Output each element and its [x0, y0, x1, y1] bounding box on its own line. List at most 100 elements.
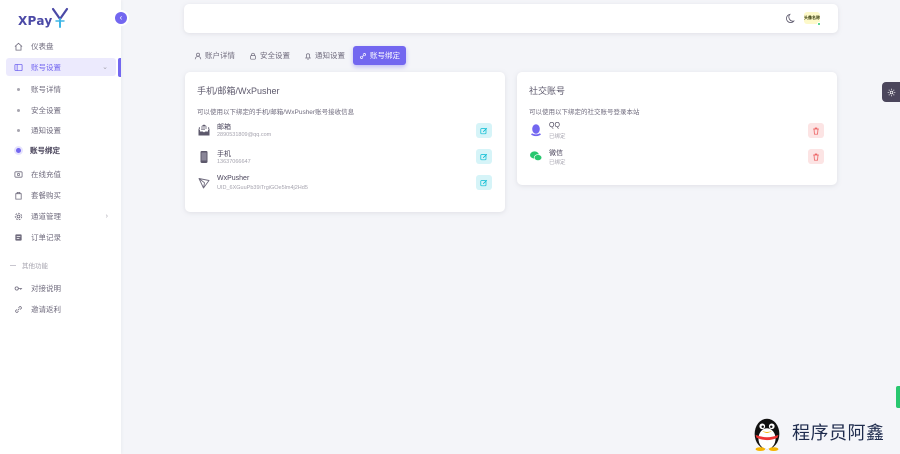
binding-name: 邮箱 [217, 124, 231, 131]
social-row-wechat: 微信 已绑定 [529, 146, 829, 168]
brand-name: XPay [18, 14, 53, 28]
user-icon [194, 52, 202, 59]
sidebar-subitem-notifications[interactable]: 通知设置 [6, 122, 116, 138]
sidebar-subitem-security[interactable]: 安全设置 [6, 102, 116, 118]
binding-row-wxpusher: WxPusher UID_6XGuuPb39iTrgiGOe5lm4j2Hd5 [197, 173, 497, 195]
sidebar-item-label: 订单记录 [31, 232, 61, 242]
binding-name: WxPusher [217, 175, 250, 182]
edit-icon [480, 153, 488, 160]
tab-label: 账号绑定 [370, 51, 400, 60]
account-settings-icon [14, 63, 23, 72]
home-icon [14, 42, 23, 51]
moon-icon[interactable] [786, 13, 797, 24]
phone-icon [197, 149, 211, 165]
chevron-down-icon: ⌄ [102, 64, 108, 71]
qq-icon [529, 122, 543, 138]
binding-row-phone: 手机 13637066647 [197, 147, 497, 169]
tab-security[interactable]: 安全设置 [243, 46, 296, 65]
sidebar-subitem-label: 账号绑定 [30, 145, 60, 155]
tab-account-details[interactable]: 账户详情 [188, 46, 241, 65]
edit-wxpusher-button[interactable] [476, 175, 492, 190]
link-icon [360, 52, 366, 59]
sidebar-item-referral[interactable]: 邀请返利 [6, 300, 116, 318]
user-avatar[interactable]: 头像名称 [804, 12, 821, 26]
card-title: 手机/邮箱/WxPusher [197, 86, 280, 96]
social-name: 微信 [549, 150, 563, 157]
sidebar-item-label: 账号设置 [31, 62, 61, 72]
sidebar-item-label: 通道管理 [31, 211, 61, 221]
tab-label: 安全设置 [260, 51, 290, 60]
sidebar-item-label: 仪表盘 [31, 41, 54, 51]
key-icon [14, 284, 23, 293]
binding-value: UID_6XGuuPb39iTrgiGOe5lm4j2Hd5 [217, 185, 308, 191]
sidebar-item-recharge[interactable]: 在线充值 [6, 165, 116, 183]
active-indicator [118, 58, 121, 77]
chevron-right-icon: › [105, 212, 108, 220]
gear-icon [887, 88, 895, 96]
top-navbar: 头像名称 [184, 4, 838, 33]
bullet-icon [17, 108, 20, 112]
binding-value: 13637066647 [217, 159, 251, 165]
card-title: 社交账号 [529, 86, 566, 96]
trash-icon [813, 127, 819, 135]
bell-icon [305, 52, 311, 60]
section-label-other: 其他功能 [10, 260, 48, 270]
tab-account-binding[interactable]: 账号绑定 [353, 46, 406, 65]
contact-binding-card: 手机/邮箱/WxPusher 可以使用以下绑定的手机/邮箱/WxPusher账号… [185, 72, 505, 212]
social-status: 已绑定 [549, 160, 566, 166]
bullet-icon [17, 128, 20, 132]
lock-icon [250, 52, 256, 60]
sidebar-item-orders[interactable]: 订单记录 [6, 228, 116, 246]
tab-notifications[interactable]: 通知设置 [298, 46, 351, 65]
social-status: 已绑定 [549, 134, 566, 140]
sidebar-subitem-account-binding[interactable]: 账号绑定 [6, 142, 116, 158]
sidebar-item-account-settings[interactable]: 账号设置 ⌄ [6, 58, 116, 76]
section-divider [10, 264, 16, 266]
binding-value: 2890531809@qq.com [217, 132, 272, 138]
section-label-text: 其他功能 [22, 263, 48, 270]
sidebar-subitem-account-details[interactable]: 账号详情 [6, 81, 116, 97]
edit-email-button[interactable] [476, 123, 492, 138]
wechat-icon [529, 148, 543, 164]
side-tab-indicator[interactable] [896, 386, 900, 408]
sidebar-subitem-label: 安全设置 [31, 105, 61, 115]
avatar-text: 头像名称 [804, 15, 820, 20]
sidebar-item-label: 对接说明 [31, 283, 61, 293]
edit-phone-button[interactable] [476, 149, 492, 164]
email-icon [197, 122, 211, 138]
unbind-wechat-button[interactable] [808, 149, 824, 164]
online-status-dot [817, 22, 821, 26]
wxpusher-icon [197, 175, 211, 191]
sidebar-item-label: 套餐购买 [31, 190, 61, 200]
recharge-icon [14, 170, 23, 179]
card-description: 可以使用以下绑定的手机/邮箱/WxPusher账号接收信息 [197, 109, 355, 116]
sidebar-collapse-button[interactable]: ‹ [115, 12, 127, 24]
social-accounts-card: 社交账号 可以使用以下绑定的社交账号登录本站 QQ 已绑定 微信 已绑定 [517, 72, 837, 185]
unbind-qq-button[interactable] [808, 123, 824, 138]
sidebar-item-dashboard[interactable]: 仪表盘 [6, 37, 116, 55]
logo-mark-icon [52, 7, 69, 28]
penguin-icon [754, 418, 780, 451]
sidebar-item-channel[interactable]: 通道管理 › [6, 207, 116, 225]
watermark-text: 程序员阿鑫 [792, 423, 885, 444]
bullet-icon [17, 87, 20, 91]
tab-label: 通知设置 [315, 51, 345, 60]
brand-logo[interactable]: XPay [18, 7, 70, 34]
trash-icon [813, 153, 819, 161]
order-icon [14, 233, 23, 242]
account-tabs: 账户详情 安全设置 通知设置 账号绑定 [188, 46, 408, 65]
sidebar-item-package[interactable]: 套餐购买 [6, 186, 116, 204]
sidebar-subitem-label: 通知设置 [31, 125, 61, 135]
sidebar-item-integration-docs[interactable]: 对接说明 [6, 279, 116, 297]
package-icon [14, 191, 23, 200]
edit-icon [480, 179, 488, 186]
sidebar: XPay ‹ 仪表盘 账号设置 ⌄ 账号详情 安全设置 通知设置 账号绑定 在线… [0, 0, 127, 454]
binding-row-email: 邮箱 2890531809@qq.com [197, 120, 497, 142]
channel-icon [14, 212, 23, 221]
binding-name: 手机 [217, 151, 231, 158]
theme-customizer-button[interactable] [882, 82, 900, 102]
edit-icon [480, 127, 488, 134]
watermark: 程序员阿鑫 [748, 410, 900, 454]
card-description: 可以使用以下绑定的社交账号登录本站 [529, 109, 640, 116]
tab-label: 账户详情 [205, 51, 235, 60]
